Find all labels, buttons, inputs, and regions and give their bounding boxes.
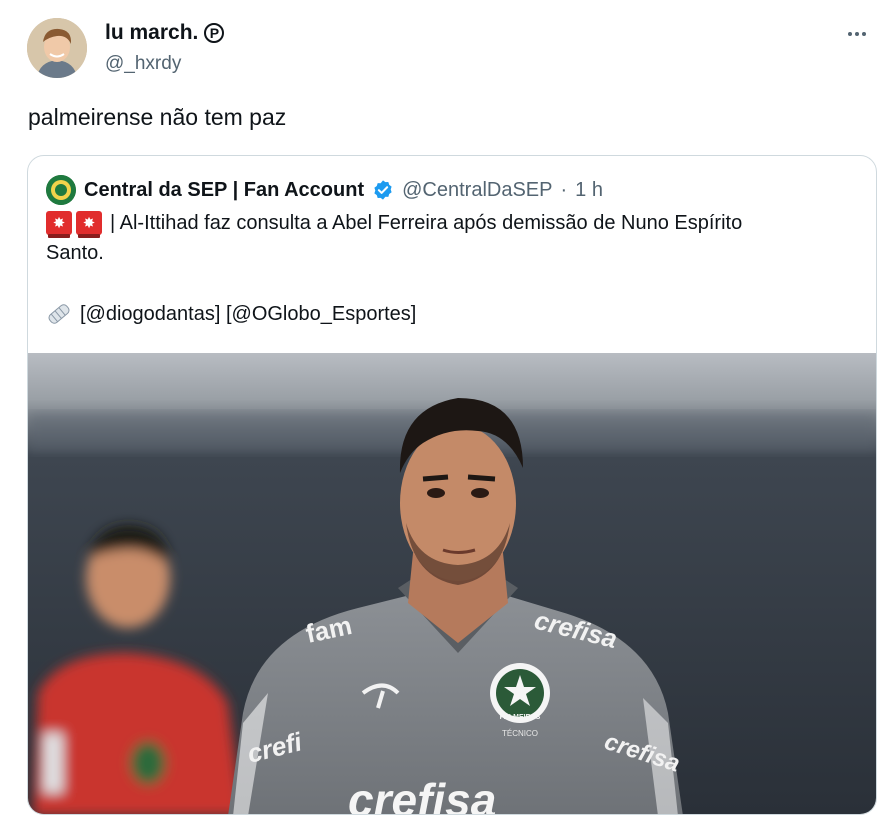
crest-sub-text: TÉCNICO [502, 729, 538, 738]
quoted-photo[interactable]: fam crefisa crefi crefisa crefisa PALMEI… [28, 353, 876, 815]
coach-photo: fam crefisa crefi crefisa crefisa PALMEI… [28, 353, 876, 815]
quoted-text-line-2: Santo. [46, 242, 104, 265]
separator-dot: · [560, 178, 568, 201]
p-badge-icon: P [204, 23, 225, 43]
crest-text: PALMEIRAS [500, 714, 541, 721]
more-options-icon[interactable] [839, 22, 875, 46]
siren-icon [46, 211, 72, 238]
quoted-text-1: | Al-Ittihad faz consulta a Abel Ferreir… [110, 211, 743, 234]
rolled-newspaper-icon [48, 304, 70, 324]
author-handle[interactable]: @_hxrdy [105, 53, 181, 75]
tweet-avatar[interactable] [27, 18, 87, 78]
chest-sponsor-text: crefisa [348, 774, 496, 815]
quoted-tweet[interactable]: Central da SEP | Fan Account @CentralDaS… [27, 155, 877, 815]
quoted-author-name[interactable]: Central da SEP | Fan Account [84, 179, 364, 202]
verified-badge-icon [374, 180, 392, 200]
author-name-row[interactable]: lu march. P [105, 21, 225, 45]
profile-photo [27, 18, 87, 78]
quoted-header: Central da SEP | Fan Account @CentralDaS… [46, 175, 603, 205]
quoted-text-2: Santo. [46, 242, 104, 264]
quoted-handle[interactable]: @CentralDaSEP [402, 179, 552, 202]
quoted-timestamp[interactable]: 1 h [575, 179, 603, 202]
tweet-text: palmeirense não tem paz [28, 104, 287, 130]
author-name[interactable]: lu march. [105, 21, 198, 45]
quoted-text-line-3: [@diogodantas] [@OGlobo_Esportes] [46, 302, 416, 326]
siren-icon [76, 211, 102, 238]
quoted-text-line-1: | Al-Ittihad faz consulta a Abel Ferreir… [46, 211, 743, 238]
quoted-avatar[interactable] [46, 175, 76, 205]
quoted-text-3: [@diogodantas] [@OGlobo_Esportes] [80, 302, 417, 325]
